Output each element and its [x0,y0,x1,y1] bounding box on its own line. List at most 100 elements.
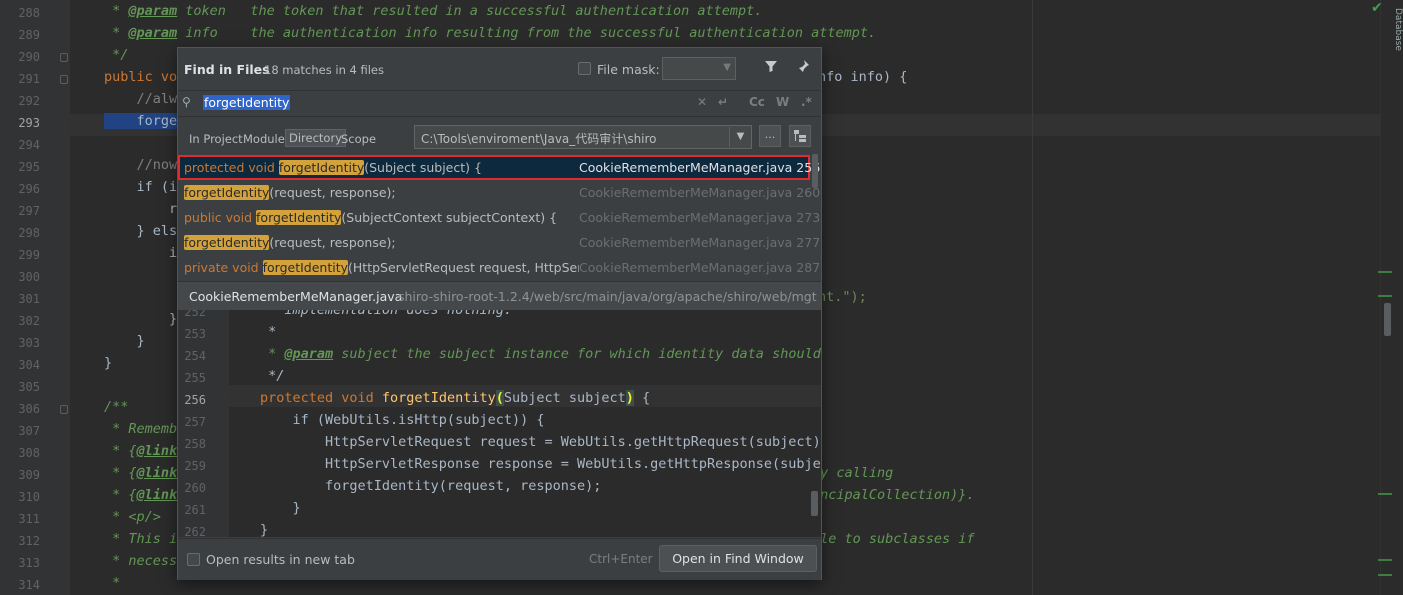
directory-path: C:\Tools\enviroment\Java_代码审计\shiro [421,132,657,146]
code-line: * @param info the authentication info re… [104,25,876,41]
preview-line-255: */ [260,368,285,384]
result-rest: (request, response); [269,185,396,200]
preview-line-259: HttpServletResponse response = WebUtils.… [260,456,821,472]
match-highlight: forgetIdentity [184,235,270,250]
open-new-tab-label: Open results in new tab [206,552,355,567]
editor-scrollbar[interactable] [1380,0,1403,595]
result-row[interactable]: protected void forgetIdentity(Subject su… [178,155,820,180]
code-line: forge [104,113,178,129]
line-number: 312 [18,534,40,548]
line-number: 295 [18,160,40,174]
code-line: * {@link [104,465,177,481]
search-row: ⚲ forgetIdentity ✕ ↵ Cc W .* [178,90,821,117]
doc-text: subject the subject instance for which i… [333,346,821,362]
search-icon[interactable]: ⚲ [182,95,191,109]
scope-tab-in-project[interactable]: In Project [186,131,246,147]
chevron-down-icon[interactable]: ▼ [729,127,751,147]
results-list[interactable]: protected void forgetIdentity(Subject su… [178,154,821,280]
code-text: } [104,311,178,327]
code-line: public vo [104,69,177,85]
preview-line-253: * [260,324,277,340]
file-mask-checkbox[interactable] [578,62,591,75]
line-number: 289 [18,28,40,42]
change-marker[interactable] [1378,493,1392,495]
open-in-find-window-button[interactable]: Open in Find Window [659,545,817,572]
change-marker[interactable] [1378,271,1392,273]
line-number: 297 [18,204,40,218]
result-row[interactable]: private void forgetIdentity(HttpServletR… [178,255,820,280]
open-new-tab-checkbox[interactable] [187,553,200,566]
popup-title: Find in Files [184,62,270,77]
shortcut-hint: Ctrl+Enter [589,552,653,566]
code-fragment: nfo info) { [818,69,908,85]
code-line: r [104,201,177,217]
code-fragment: nt."); [818,289,867,305]
keyword: protected void [260,390,382,406]
code-line: * Rememb [104,421,177,437]
change-marker[interactable] [1378,574,1392,576]
inspection-ok-icon[interactable]: ✔ [1371,0,1383,16]
line-number: 307 [18,424,40,438]
popup-footer: Open results in new tab Ctrl+Enter Open … [178,538,821,580]
preview-gutter: 252 253 254 255 256 257 258 259 260 261 262 [178,310,229,537]
scope-tab-directory[interactable]: Directory [285,129,347,147]
preview-line-number: 254 [184,349,206,363]
result-file: CookieRememberMeManager.java 273 [579,210,821,225]
match-case-toggle[interactable]: Cc [749,95,765,109]
new-line-icon[interactable]: ↵ [718,95,728,109]
code-text: * { [104,465,137,481]
scope-tab-scope[interactable]: Scope [338,131,379,147]
fold-marker-icon[interactable] [60,75,68,84]
editor-scroll-thumb[interactable] [1384,303,1391,336]
database-side-tab[interactable]: Database [1393,8,1403,51]
code-line: i [104,245,177,261]
pin-icon[interactable] [796,59,810,77]
fold-marker-icon[interactable] [60,405,68,414]
browse-button[interactable]: ... [759,125,781,147]
regex-toggle[interactable]: .* [801,95,812,109]
code-text: */ [104,47,129,63]
scope-tab-module[interactable]: Module [240,131,288,147]
change-marker[interactable] [1378,295,1392,297]
popup-header[interactable]: Find in Files 18 matches in 4 files File… [178,48,821,90]
line-number: 303 [18,336,40,350]
code-text: * { [104,443,137,459]
change-marker[interactable] [1378,559,1392,561]
code-text: * <p/> [104,509,161,525]
result-file: CookieRememberMeManager.java 287 [579,260,821,275]
code-line: if (i [104,179,178,195]
doc-tag: @link [136,443,178,459]
result-row[interactable]: public void forgetIdentity(SubjectContex… [178,205,820,230]
preview-line-number: 259 [184,459,206,473]
file-mask-label: File mask: [597,62,660,77]
code-preview[interactable]: 252 253 254 255 256 257 258 259 260 261 262 * impl… [178,310,821,537]
directory-combo[interactable]: C:\Tools\enviroment\Java_代码审计\shiro ▼ [414,125,752,149]
result-code: private void forgetIdentity(HttpServletR… [184,260,579,275]
match-highlight: forgetIdentity [184,185,270,200]
code-fragment: by calling [812,465,894,481]
filter-icon[interactable] [764,59,778,77]
doc-tag: @link [136,487,178,503]
file-mask-combo[interactable]: ▼ [662,57,736,80]
line-number: 304 [18,358,40,372]
brace: { [633,390,651,406]
search-input[interactable]: forgetIdentity [203,95,291,110]
result-code: forgetIdentity(request, response); [184,185,579,200]
clear-icon[interactable]: ✕ [697,95,707,109]
match-count: 18 matches in 4 files [264,63,384,77]
fold-marker-icon[interactable] [60,53,68,62]
result-row[interactable]: forgetIdentity(request, response); Cookie… [178,180,820,205]
code-line: //now [104,157,178,173]
preview-scroll-thumb[interactable] [811,491,818,516]
line-number: 310 [18,490,40,504]
results-scroll-thumb[interactable] [812,154,818,188]
code-fragment: incipalCollection)}. [812,487,975,503]
result-row[interactable]: forgetIdentity(request, response); Cookie… [178,230,820,255]
whole-words-toggle[interactable]: W [776,95,789,109]
doc-tag: @link [136,465,178,481]
code-text: * This i [104,531,178,547]
recursive-directory-icon[interactable] [789,125,811,147]
match-highlight: forgetIdentity [262,260,349,275]
line-number: 292 [18,94,40,108]
paren-highlight: ( [495,390,504,406]
